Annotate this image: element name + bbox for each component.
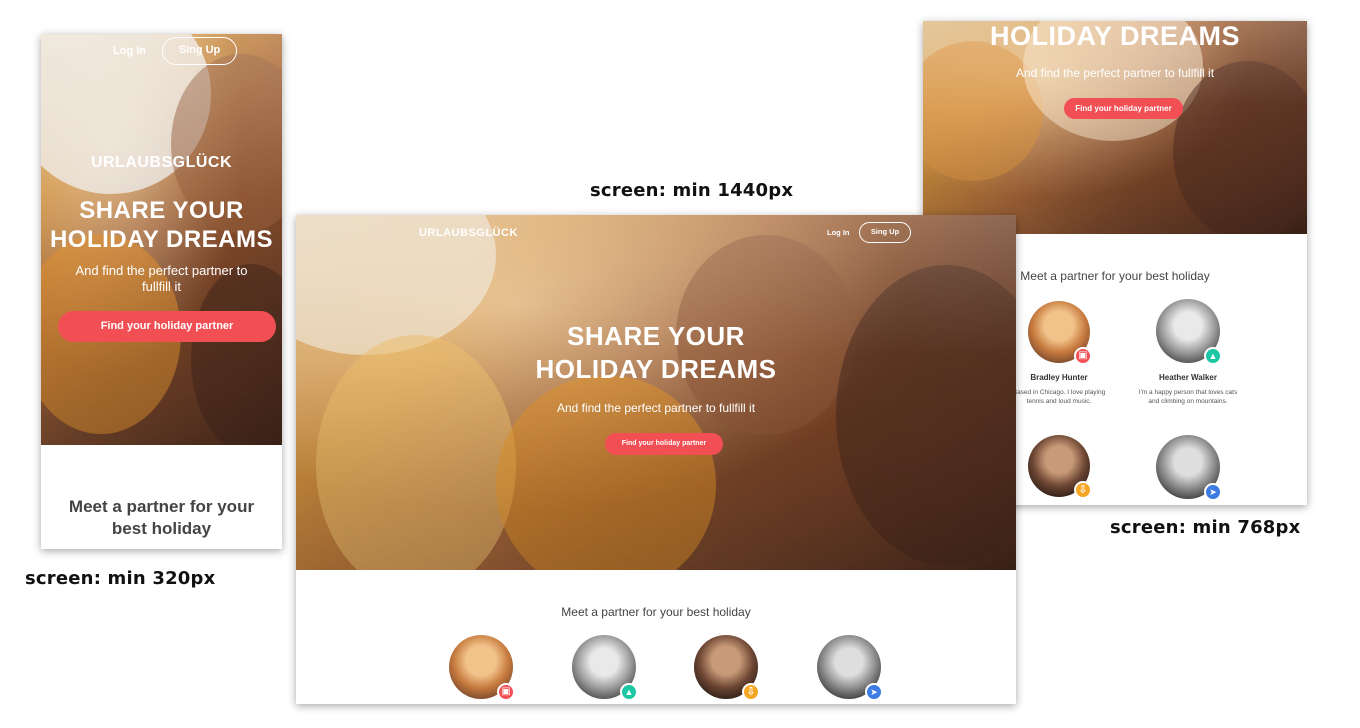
- tablet-avatar-bradley[interactable]: ▣: [1028, 301, 1092, 365]
- tablet-bio-heather-line2: and climbing on mountains.: [1148, 398, 1228, 405]
- tablet-avatar-heather[interactable]: ▲: [1156, 299, 1222, 365]
- caption-tablet: screen: min 768px: [1110, 517, 1301, 538]
- tablet-avatar-3[interactable]: ⇩: [1028, 435, 1092, 499]
- send-icon: ➤: [865, 683, 883, 701]
- signup-button[interactable]: Sing Up: [162, 37, 237, 65]
- desktop-hero-title-line1: SHARE YOUR: [567, 321, 745, 351]
- tablet-hero: [923, 21, 1307, 234]
- desktop-mockup: URLAUBSGLÜCK Log In Sing Up SHARE YOUR H…: [296, 215, 1016, 704]
- tablet-hero-subtitle: And find the perfect partner to fullfill…: [1015, 66, 1215, 80]
- desktop-avatar-bradley[interactable]: ▣: [449, 635, 515, 701]
- send-icon: ➤: [1204, 483, 1222, 501]
- desktop-signup-button[interactable]: Sing Up: [859, 222, 911, 243]
- caption-mobile: screen: min 320px: [25, 568, 216, 589]
- lock-icon: ▲: [1204, 347, 1222, 365]
- desktop-find-partner-button[interactable]: Find your holiday partner: [605, 433, 723, 455]
- desktop-avatar-heather[interactable]: ▲: [572, 635, 638, 701]
- download-icon: ⇩: [1074, 481, 1092, 499]
- desktop-hero: [296, 215, 1016, 570]
- hero-subtitle-line2: fullfill it: [141, 279, 181, 294]
- caption-desktop: screen: min 1440px: [590, 180, 794, 201]
- tablet-name-heather: Heather Walker: [1159, 373, 1217, 382]
- desktop-brand-logo: URLAUBSGLÜCK: [419, 227, 518, 239]
- section-title-line1: Meet a partner for your: [68, 497, 255, 516]
- tablet-hero-title: HOLIDAY DREAMS: [989, 21, 1241, 51]
- login-link[interactable]: Log In: [113, 45, 146, 57]
- mobile-mockup: Log In Sing Up URLAUBSGLÜCK SHARE YOUR H…: [41, 34, 282, 549]
- tablet-bio-heather-line1: I'm a happy person that loves cats: [1138, 389, 1238, 396]
- camera-icon: ▣: [497, 683, 515, 701]
- tablet-name-bradley: Bradley Hunter: [1030, 373, 1088, 382]
- desktop-avatar-3[interactable]: ⇩: [694, 635, 760, 701]
- brand-logo: URLAUBSGLÜCK: [90, 154, 233, 171]
- camera-icon: ▣: [1074, 347, 1092, 365]
- desktop-avatar-4[interactable]: ➤: [817, 635, 883, 701]
- desktop-hero-title-line2: HOLIDAY DREAMS: [535, 354, 777, 384]
- desktop-login-link[interactable]: Log In: [827, 228, 850, 237]
- hero-subtitle-line1: And find the perfect partner to: [75, 263, 248, 278]
- desktop-hero-subtitle: And find the perfect partner to fullfill…: [556, 401, 756, 415]
- download-icon: ⇩: [742, 683, 760, 701]
- find-partner-button[interactable]: Find your holiday partner: [58, 311, 276, 342]
- hero-title-line1: SHARE YOUR: [79, 197, 244, 224]
- tablet-avatar-4[interactable]: ➤: [1156, 435, 1222, 501]
- section-title-line2: best holiday: [111, 519, 212, 538]
- lock-icon: ▲: [620, 683, 638, 701]
- hero-title-line2: HOLIDAY DREAMS: [49, 226, 274, 253]
- desktop-section-title: Meet a partner for your best holiday: [561, 605, 751, 619]
- tablet-find-partner-button[interactable]: Find your holiday partner: [1064, 98, 1183, 119]
